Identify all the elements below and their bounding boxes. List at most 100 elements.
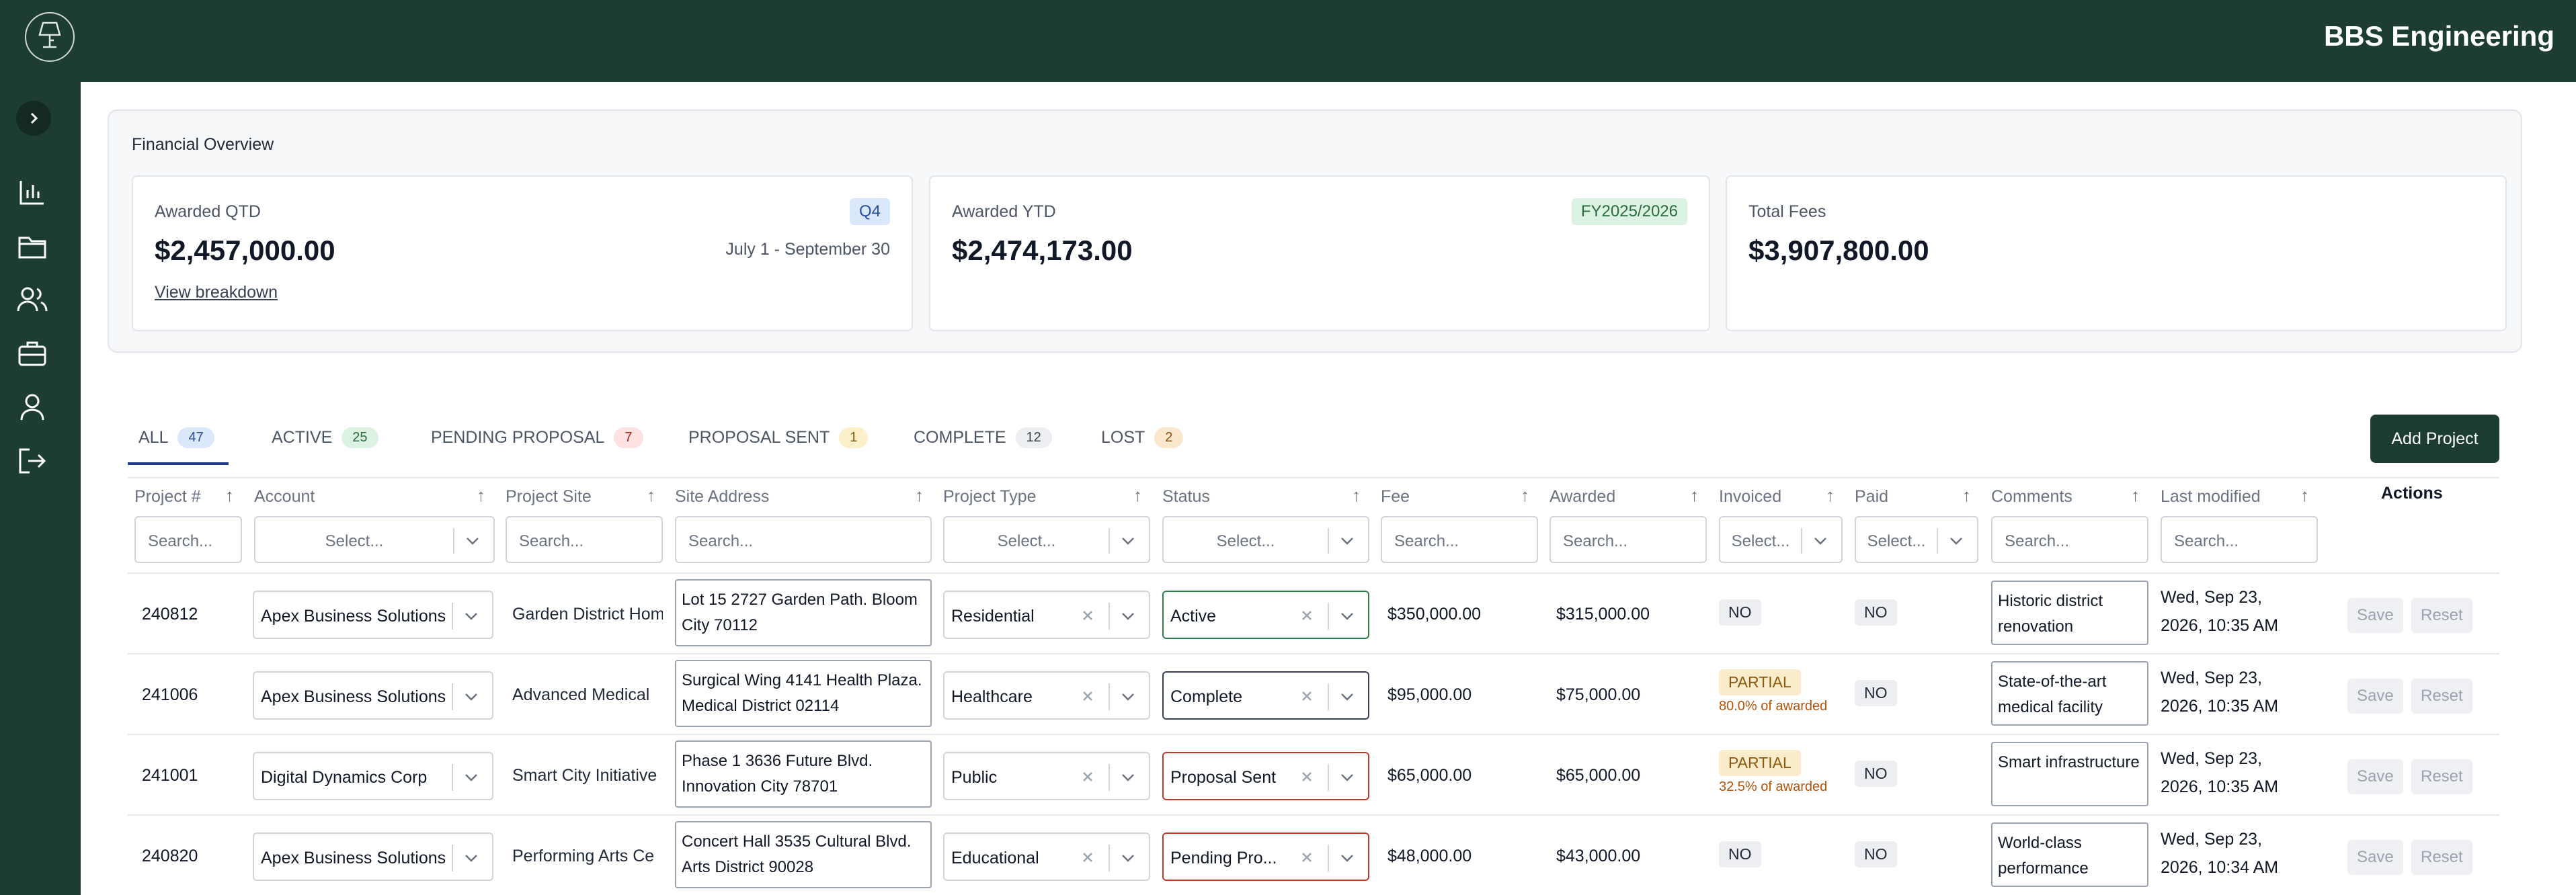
project-type-select[interactable]: Educational [943,833,1150,881]
sort-arrow-icon[interactable]: ↑ [1690,485,1699,506]
reset-button[interactable]: Reset [2411,759,2472,794]
folder-icon[interactable] [16,230,48,262]
clear-icon[interactable] [1078,605,1098,626]
tab-all[interactable]: ALL 47 [138,427,214,448]
chevron-down-icon[interactable] [1118,528,1138,554]
status-select[interactable]: Pending Pro... [1162,833,1369,881]
project-type-select[interactable]: Healthcare [943,671,1150,720]
sidebar-expand-button[interactable] [16,101,51,136]
clear-icon[interactable] [1078,686,1098,706]
clear-icon[interactable] [1297,767,1317,787]
save-button[interactable]: Save [2347,598,2403,633]
account-select[interactable]: Apex Business Solutions [253,591,493,639]
comments-textarea[interactable]: State-of-the-art medical facility [1991,661,2148,726]
tab-active[interactable]: ACTIVE 25 [272,427,378,448]
status-select[interactable]: Active [1162,591,1369,639]
filter-account-select[interactable]: Select... [254,516,495,563]
filter-modified-input[interactable]: Search... [2161,516,2318,563]
save-button[interactable]: Save [2347,840,2403,875]
column-header-address[interactable]: Site Address [675,487,769,507]
filter-status-select[interactable]: Select... [1162,516,1369,563]
sort-arrow-icon[interactable]: ↑ [1521,485,1529,506]
add-project-button[interactable]: Add Project [2370,415,2499,463]
site-address-textarea[interactable]: Phase 1 3636 Future Blvd. Innovation Cit… [675,740,932,808]
column-header-modified[interactable]: Last modified [2161,487,2261,507]
logout-icon[interactable] [16,445,48,477]
comments-textarea[interactable]: Historic district renovation [1991,581,2148,645]
filter-awarded-input[interactable]: Search... [1549,516,1707,563]
column-header-status[interactable]: Status [1162,487,1210,507]
comments-textarea[interactable]: World-class performance [1991,822,2148,887]
sort-arrow-icon[interactable]: ↑ [477,485,485,506]
clear-icon[interactable] [1078,847,1098,867]
column-header-type[interactable]: Project Type [943,487,1037,507]
chevron-down-icon[interactable] [1337,528,1357,554]
filter-comments-input[interactable]: Search... [1991,516,2148,563]
view-breakdown-link[interactable]: View breakdown [155,283,278,302]
site-address-textarea[interactable]: Concert Hall 3535 Cultural Blvd. Arts Di… [675,821,932,888]
reset-button[interactable]: Reset [2411,598,2472,633]
column-header-paid[interactable]: Paid [1855,487,1888,507]
filter-type-select[interactable]: Select... [943,516,1150,563]
sort-arrow-icon[interactable]: ↑ [2131,485,2140,506]
sort-arrow-icon[interactable]: ↑ [2300,485,2309,506]
status-select[interactable]: Complete [1162,671,1369,720]
chevron-down-icon[interactable] [1337,603,1357,629]
tab-pending-proposal[interactable]: PENDING PROPOSAL 7 [431,427,643,448]
chevron-down-icon[interactable] [1337,845,1357,871]
clear-icon[interactable] [1297,847,1317,867]
site-address-textarea[interactable]: Lot 15 2727 Garden Path. Bloom City 7011… [675,579,932,646]
sort-arrow-icon[interactable]: ↑ [1826,485,1835,506]
column-header-comments[interactable]: Comments [1991,487,2072,507]
chevron-down-icon[interactable] [1810,528,1830,554]
clear-icon[interactable] [1297,686,1317,706]
bar-chart-icon[interactable] [16,176,48,208]
chevron-down-icon[interactable] [1946,528,1966,554]
filter-paid-select[interactable]: Select... [1855,516,1978,563]
project-type-select[interactable]: Public [943,752,1150,800]
chevron-down-icon[interactable] [461,765,481,790]
account-select[interactable]: Digital Dynamics Corp [253,752,493,800]
save-button[interactable]: Save [2347,759,2403,794]
tab-proposal-sent[interactable]: PROPOSAL SENT 1 [688,427,869,448]
chevron-down-icon[interactable] [1118,684,1138,710]
chevron-down-icon[interactable] [461,684,481,710]
column-header-awarded[interactable]: Awarded [1549,487,1615,507]
filter-fee-input[interactable]: Search... [1381,516,1538,563]
save-button[interactable]: Save [2347,679,2403,714]
tab-complete[interactable]: COMPLETE 12 [914,427,1052,448]
project-type-select[interactable]: Residential [943,591,1150,639]
filter-address-input[interactable]: Search... [675,516,932,563]
account-select[interactable]: Apex Business Solutions [253,671,493,720]
chevron-down-icon[interactable] [461,845,481,871]
chevron-down-icon[interactable] [1118,765,1138,790]
column-header-account[interactable]: Account [254,487,315,507]
chevron-down-icon[interactable] [1337,684,1357,710]
lamp-logo-icon[interactable] [25,12,75,62]
comments-textarea[interactable]: Smart infrastructure [1991,742,2148,806]
tab-lost[interactable]: LOST 2 [1101,427,1184,448]
clear-icon[interactable] [1078,767,1098,787]
filter-site-input[interactable]: Search... [506,516,663,563]
filter-invoiced-select[interactable]: Select... [1719,516,1843,563]
column-header-project[interactable]: Project # [134,487,201,507]
briefcase-icon[interactable] [16,337,48,370]
reset-button[interactable]: Reset [2411,679,2472,714]
site-address-textarea[interactable]: Surgical Wing 4141 Health Plaza. Medical… [675,660,932,727]
chevron-down-icon[interactable] [1118,603,1138,629]
chevron-down-icon[interactable] [1118,845,1138,871]
clear-icon[interactable] [1297,605,1317,626]
column-header-fee[interactable]: Fee [1381,487,1410,507]
sort-arrow-icon[interactable]: ↑ [225,485,234,506]
users-icon[interactable] [16,284,48,316]
user-icon[interactable] [16,391,48,423]
status-select[interactable]: Proposal Sent [1162,752,1369,800]
sort-arrow-icon[interactable]: ↑ [1962,485,1971,506]
column-header-site[interactable]: Project Site [506,487,592,507]
reset-button[interactable]: Reset [2411,840,2472,875]
chevron-down-icon[interactable] [1337,765,1357,790]
chevron-down-icon[interactable] [461,603,481,629]
account-select[interactable]: Apex Business Solutions [253,833,493,881]
sort-arrow-icon[interactable]: ↑ [915,485,924,506]
sort-arrow-icon[interactable]: ↑ [1352,485,1361,506]
